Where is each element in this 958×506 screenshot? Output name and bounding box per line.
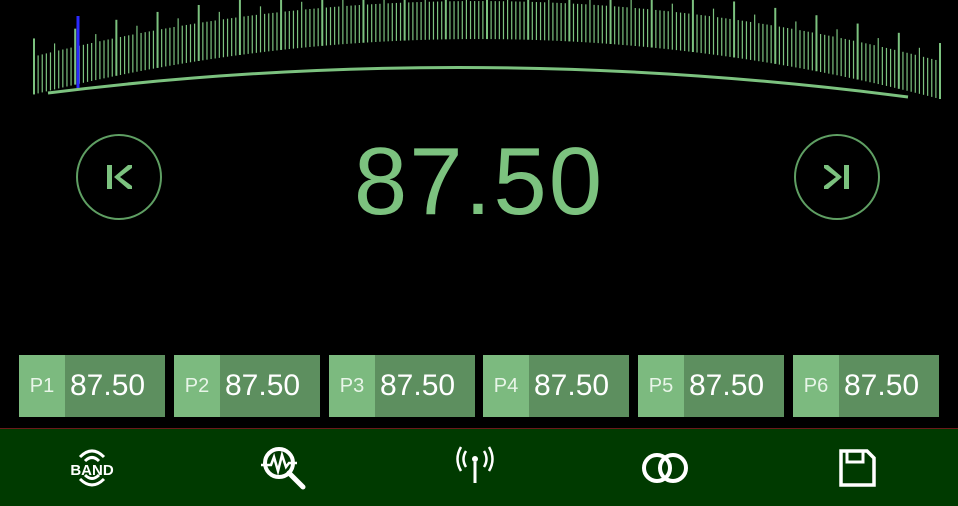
preset-3-button[interactable]: P3 87.50 (329, 355, 475, 417)
scan-icon (261, 446, 306, 489)
preset-frequency: 87.50 (689, 369, 765, 402)
frequency-display: 87.50 (353, 128, 605, 235)
tuning-dial[interactable] (0, 0, 958, 110)
seek-back-button[interactable] (76, 134, 162, 220)
save-button[interactable] (812, 429, 902, 506)
preset-label: P2 (174, 355, 220, 417)
preset-label: P5 (638, 355, 684, 417)
seek-forward-icon (824, 165, 849, 189)
preset-frequency: 87.50 (534, 369, 610, 402)
preset-label: P3 (329, 355, 375, 417)
bottom-toolbar: BAND (0, 428, 958, 506)
preset-1-button[interactable]: P1 87.50 (19, 355, 165, 417)
seek-forward-button[interactable] (794, 134, 880, 220)
preset-label: P1 (19, 355, 65, 417)
stereo-icon (642, 452, 688, 483)
stereo-button[interactable] (620, 429, 710, 506)
scan-button[interactable] (239, 429, 329, 506)
preset-2-button[interactable]: P2 87.50 (174, 355, 320, 417)
preset-frequency: 87.50 (70, 369, 146, 402)
preset-label: P4 (483, 355, 529, 417)
band-label: BAND (70, 462, 113, 479)
preset-frequency: 87.50 (844, 369, 920, 402)
preset-4-button[interactable]: P4 87.50 (483, 355, 629, 417)
preset-5-button[interactable]: P5 87.50 (638, 355, 784, 417)
save-icon (839, 448, 876, 487)
antenna-button[interactable] (430, 429, 520, 506)
preset-list: P1 87.50 P2 87.50 P3 87.50 P4 87.50 P5 8… (19, 355, 939, 417)
band-button[interactable]: BAND (47, 429, 137, 506)
dial-arc (47, 65, 909, 99)
preset-frequency: 87.50 (225, 369, 301, 402)
seek-back-icon (107, 165, 132, 189)
preset-label: P6 (793, 355, 839, 417)
band-icon: BAND (70, 449, 114, 486)
preset-6-button[interactable]: P6 87.50 (793, 355, 939, 417)
antenna-icon (456, 445, 494, 483)
preset-frequency: 87.50 (380, 369, 456, 402)
